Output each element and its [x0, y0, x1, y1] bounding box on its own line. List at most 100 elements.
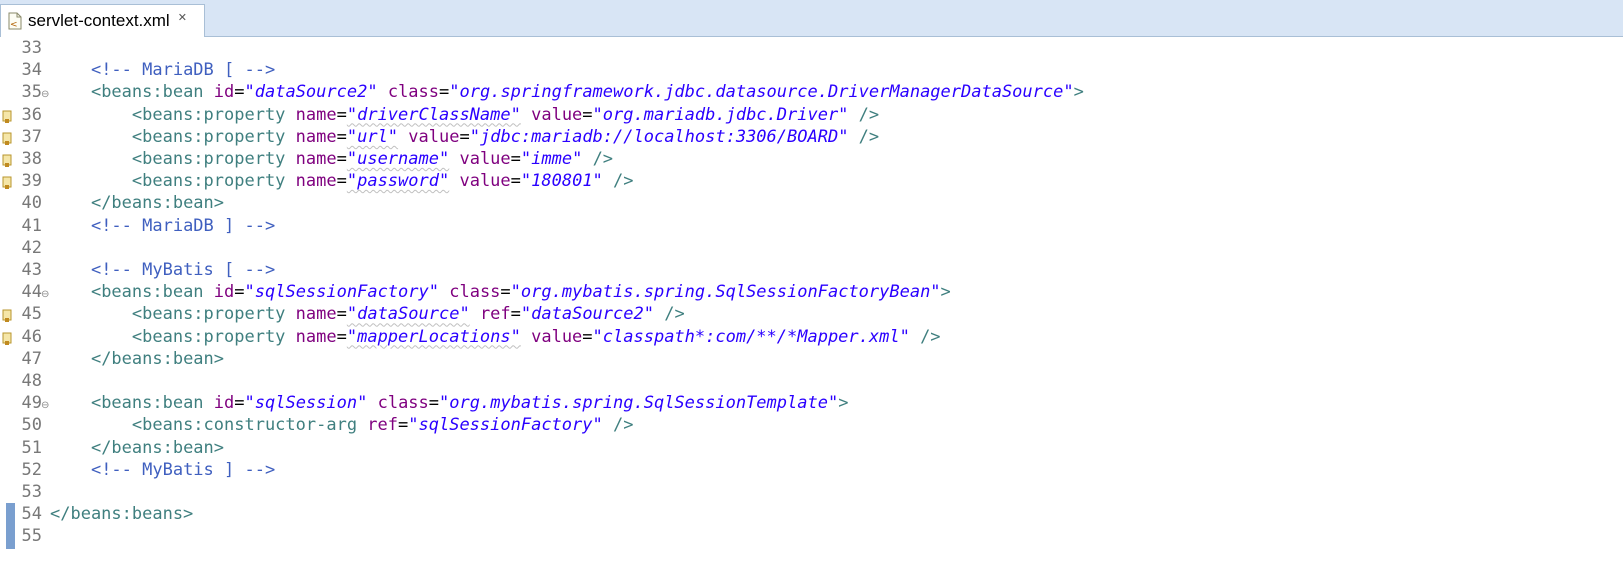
code-token: = — [582, 326, 593, 347]
line-number: 39 — [21, 171, 42, 192]
line-number: 36 — [21, 104, 42, 125]
code-token: > — [838, 393, 849, 414]
code-line[interactable]: 42 — [0, 237, 1623, 260]
code-line[interactable]: 52 <!-- MyBatis ] --> — [0, 459, 1623, 482]
code-line[interactable]: 54 </beans:beans> — [0, 503, 1623, 550]
code-text: <beans:property name="mapperLocations" v… — [50, 326, 941, 349]
code-token: <!-- MyBatis ] --> — [90, 459, 276, 480]
code-line[interactable]: 46 <beans:property name="mapperLocations… — [0, 326, 1623, 349]
code-token: class — [449, 282, 501, 303]
code-token: = — [336, 149, 347, 169]
code-line[interactable]: 50 <beans:constructor-arg ref="sqlSessio… — [0, 414, 1623, 437]
line-number: 52 — [21, 459, 42, 480]
code-text: <!-- MyBatis ] --> — [50, 459, 275, 482]
code-token: = — [336, 304, 347, 325]
warning-marker-icon[interactable] — [2, 108, 12, 123]
code-token: /> — [653, 304, 685, 325]
code-text: <beans:property name="url" value="jdbc:m… — [50, 126, 879, 149]
code-token: </beans:bean> — [90, 193, 225, 214]
code-token: name — [295, 171, 337, 192]
code-token: <beans:property — [131, 104, 296, 125]
code-token: <beans:bean — [90, 393, 214, 414]
code-text: <beans:bean id="dataSource2" class="org.… — [50, 81, 1084, 104]
code-text: <beans:property name="dataSource" ref="d… — [50, 303, 685, 326]
code-line[interactable]: 33 — [0, 37, 1623, 60]
code-token: = — [398, 415, 409, 436]
code-line[interactable]: 49 ⊖ <beans:bean id="sqlSession" class="o… — [0, 392, 1623, 415]
svg-text:<: < — [10, 20, 18, 30]
code-line[interactable]: 38 <beans:property name="username" value… — [0, 148, 1623, 171]
code-token: <beans:constructor-arg — [131, 415, 368, 436]
code-line[interactable]: 41 <!-- MariaDB ] --> — [0, 215, 1623, 238]
warning-marker-icon[interactable] — [2, 174, 12, 190]
code-token: <beans:bean — [90, 282, 214, 303]
code-line[interactable]: 45 <beans:property name="dataSource" ref… — [0, 303, 1623, 326]
warning-marker-icon[interactable] — [2, 330, 12, 345]
code-token: name — [295, 104, 337, 125]
line-number: 47 — [21, 348, 42, 369]
code-line[interactable]: 48 — [0, 370, 1623, 393]
code-token: "url" — [346, 126, 399, 147]
code-token: <beans:property — [131, 304, 296, 325]
line-number: 46 — [21, 326, 42, 347]
code-line[interactable]: 39 <beans:property name="password" value… — [0, 170, 1623, 193]
line-number: 50 — [21, 415, 42, 436]
code-text: <beans:property name="driverClassName" v… — [50, 104, 879, 127]
code-text: <beans:bean id="sqlSession" class="org.m… — [50, 392, 849, 415]
code-text: <!-- MyBatis [ --> — [50, 259, 275, 282]
line-number: 48 — [21, 371, 42, 391]
code-token: "org.mariadb.jdbc.Driver" — [592, 104, 849, 125]
code-token: = — [234, 82, 245, 103]
code-line[interactable]: 53 — [0, 481, 1623, 504]
close-icon[interactable]: ✕ — [178, 11, 187, 24]
code-token: /> — [909, 326, 941, 347]
code-token: = — [234, 282, 245, 303]
warning-marker-icon[interactable] — [2, 307, 12, 323]
line-number: 43 — [21, 260, 42, 280]
warning-marker-icon[interactable] — [2, 152, 12, 167]
code-token: "imme" — [520, 149, 583, 169]
code-editor[interactable]: 33 34 <!-- MariaDB [ --> 35 ⊖ <beans:bean i… — [0, 37, 1623, 567]
code-token: /> — [582, 149, 614, 169]
code-token: "driverClassName" — [346, 104, 521, 125]
line-number: 34 — [21, 60, 42, 81]
code-line[interactable]: 47 </beans:bean> — [0, 348, 1623, 371]
warning-marker-icon[interactable] — [2, 130, 12, 145]
line-number: 41 — [21, 215, 42, 236]
code-token: = — [428, 393, 440, 414]
code-line[interactable]: 34 <!-- MariaDB [ --> — [0, 59, 1623, 82]
code-line[interactable]: 43 <!-- MyBatis [ --> — [0, 259, 1623, 282]
code-line[interactable]: 35 ⊖ <beans:bean id="dataSource2" class="… — [0, 81, 1623, 104]
code-line[interactable]: 36 <beans:property name="driverClassName… — [0, 104, 1623, 127]
code-line[interactable]: 51 </beans:bean> — [0, 437, 1623, 460]
code-line[interactable]: 44 ⊖ <beans:bean id="sqlSessionFactory" c… — [0, 281, 1623, 304]
tab-servlet-context[interactable]: < servlet-context.xml ✕ — [0, 4, 205, 37]
code-token: <!-- MariaDB ] --> — [90, 215, 276, 236]
code-line[interactable]: 40 </beans:bean> — [0, 192, 1623, 215]
code-token: value — [459, 149, 511, 169]
line-number: 44 — [21, 282, 42, 303]
code-token: > — [940, 282, 951, 303]
code-token: "sqlSessionFactory" — [408, 415, 603, 436]
code-line[interactable]: 37 <beans:property name="url" value="jdb… — [0, 126, 1623, 149]
code-line[interactable]: 55 — [0, 525, 1623, 548]
code-text: </beans:bean> — [50, 348, 224, 371]
code-token: value — [459, 171, 511, 192]
line-number: 54 — [21, 504, 42, 525]
line-number: 42 — [21, 237, 42, 258]
code-token: name — [295, 304, 337, 325]
